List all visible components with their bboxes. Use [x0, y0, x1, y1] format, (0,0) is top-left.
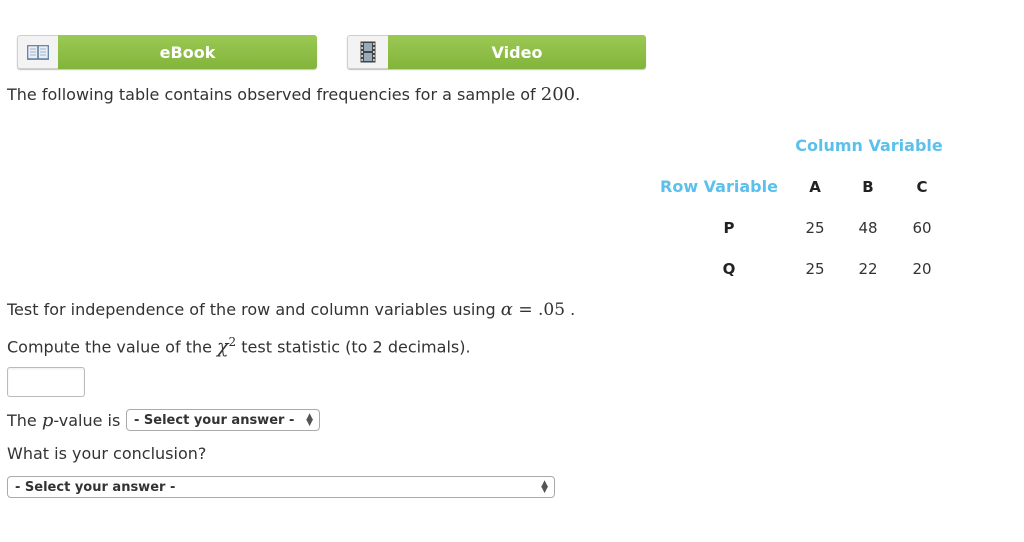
ebook-label: eBook [58, 35, 317, 69]
film-icon [347, 35, 388, 69]
table-cell: 20 [912, 259, 932, 278]
test-instruction: Test for independence of the row and col… [7, 299, 576, 320]
column-header-a: A [809, 177, 821, 196]
table-cell: 60 [912, 218, 932, 237]
pvalue-row: The p -value is [7, 409, 121, 431]
row-variable-header: Row Variable [660, 177, 778, 196]
table-cell: 48 [858, 218, 878, 237]
alpha-value: .05 [537, 300, 566, 320]
ebook-button[interactable]: eBook [17, 35, 317, 69]
frequency-table: Column Variable Row Variable A B C P 25 … [660, 125, 950, 289]
conclusion-question: What is your conclusion? [7, 444, 207, 463]
table-row: Q 25 22 20 [660, 248, 950, 289]
row-label-p: P [723, 218, 735, 237]
table-cell: 25 [805, 259, 825, 278]
chi-square-answer-input[interactable] [7, 367, 85, 397]
select-arrows-icon: ▲ ▼ [306, 412, 313, 428]
table-cell: 22 [858, 259, 878, 278]
intro-text: The following table contains observed fr… [7, 84, 581, 105]
table-row: P 25 48 60 [660, 207, 950, 248]
video-label: Video [388, 35, 646, 69]
table-cell: 25 [805, 218, 825, 237]
sample-size: 200 [540, 84, 576, 105]
column-header-b: B [862, 177, 874, 196]
video-button[interactable]: Video [347, 35, 646, 69]
chi-symbol: χ [217, 335, 229, 358]
conclusion-select[interactable]: - Select your answer - ▲ ▼ [7, 476, 555, 498]
column-variable-header: Column Variable [795, 136, 943, 155]
column-header-c: C [916, 177, 928, 196]
pvalue-select[interactable]: - Select your answer - ▲ ▼ [126, 409, 320, 431]
row-label-q: Q [722, 259, 736, 278]
book-icon [17, 35, 58, 69]
compute-instruction: Compute the value of the χ2 test statist… [7, 335, 471, 358]
select-arrows-icon: ▲ ▼ [541, 479, 548, 495]
alpha-symbol: α [500, 299, 513, 320]
